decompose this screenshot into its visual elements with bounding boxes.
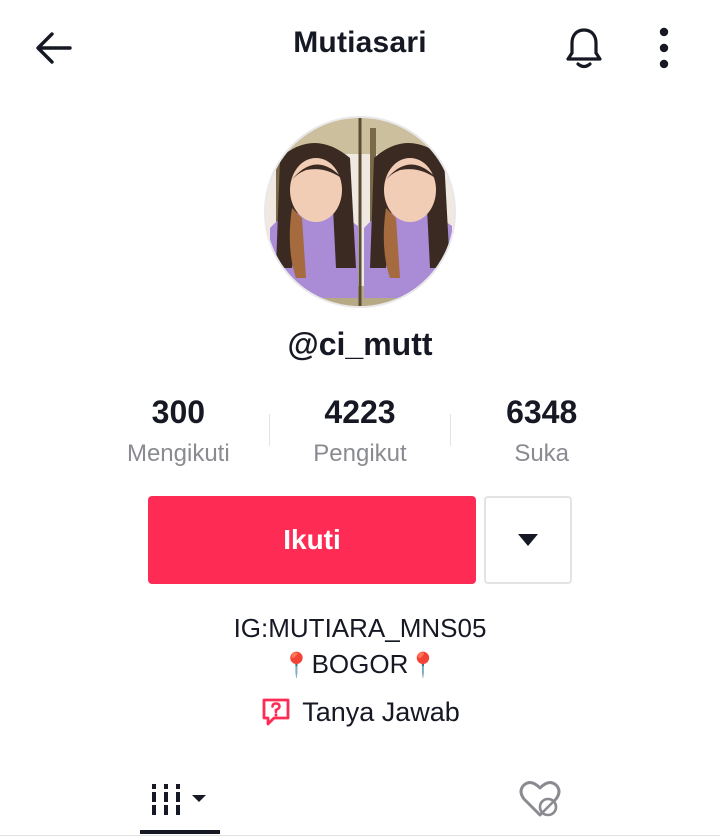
followers-count: 4223 xyxy=(324,394,396,430)
avatar[interactable] xyxy=(264,116,456,308)
stat-following[interactable]: 300 Mengikuti xyxy=(88,392,269,476)
followers-label: Pengikut xyxy=(313,440,407,467)
more-options-button[interactable] xyxy=(640,24,688,72)
following-label: Mengikuti xyxy=(126,440,230,467)
qa-label: Tanya Jawab xyxy=(302,696,460,727)
more-vertical-icon xyxy=(659,27,669,69)
question-chat-icon xyxy=(262,698,290,726)
qa-link[interactable]: Tanya Jawab xyxy=(0,696,720,728)
notification-bell-button[interactable] xyxy=(560,24,608,72)
pin-icon: 📍 xyxy=(408,652,439,679)
active-tab-indicator xyxy=(140,830,220,834)
avatar-image xyxy=(266,118,454,306)
page-title: Mutiasari xyxy=(293,26,427,59)
suggested-accounts-dropdown-button[interactable] xyxy=(484,496,572,584)
username: @ci_mutt xyxy=(287,326,433,362)
bio-line-instagram: IG:MUTIARA_MNS05 xyxy=(233,613,487,643)
likes-count: 6348 xyxy=(506,394,578,430)
content-tabs xyxy=(0,762,720,836)
caret-down-icon xyxy=(518,534,538,546)
grid-videos-icon xyxy=(152,784,206,815)
pin-icon: 📍 xyxy=(281,652,312,679)
bio-location-text: BOGOR xyxy=(311,649,409,679)
stat-followers[interactable]: 4223 Pengikut xyxy=(270,392,451,476)
follow-button[interactable]: Ikuti xyxy=(148,496,476,584)
bio: IG:MUTIARA_MNS05 📍BOGOR📍 xyxy=(0,610,720,684)
following-count: 300 xyxy=(151,394,206,430)
liked-hidden-icon xyxy=(519,781,561,817)
likes-label: Suka xyxy=(514,440,570,467)
profile-page: Mutiasari @ci_mutt 300 Mengikuti 4223 Pe… xyxy=(0,0,720,836)
tab-liked[interactable] xyxy=(500,762,580,836)
bio-line-location: 📍BOGOR📍 xyxy=(0,646,720,684)
stat-likes[interactable]: 6348 Suka xyxy=(451,392,632,476)
tab-videos[interactable] xyxy=(140,762,220,836)
stats-row: 300 Mengikuti 4223 Pengikut 6348 Suka xyxy=(88,392,632,476)
bell-icon xyxy=(566,28,602,69)
